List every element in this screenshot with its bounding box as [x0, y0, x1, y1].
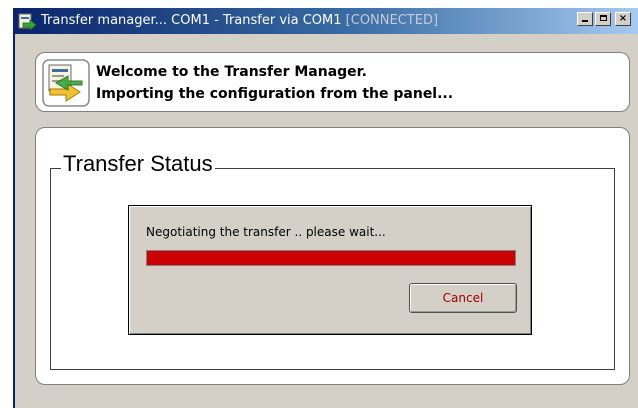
close-icon: × — [618, 13, 628, 24]
connection-status: [CONNECTED] — [345, 13, 439, 28]
close-button[interactable]: × — [615, 12, 631, 26]
progress-message: Negotiating the transfer .. please wait.… — [146, 225, 386, 239]
progress-bar-fill — [147, 251, 515, 265]
window-title-text: Transfer manager... COM1 - Transfer via … — [41, 13, 346, 28]
transfer-status-panel: Transfer Status Negotiating the transfer… — [35, 127, 630, 385]
transfer-manager-window: Transfer manager... COM1 - Transfer via … — [13, 8, 638, 408]
maximize-icon — [599, 15, 607, 21]
window-title: Transfer manager... COM1 - Transfer via … — [41, 13, 438, 28]
welcome-panel: Welcome to the Transfer Manager. Importi… — [35, 52, 630, 112]
transfer-app-icon — [18, 13, 37, 31]
import-status-text: Importing the configuration from the pan… — [96, 86, 454, 102]
title-bar[interactable]: Transfer manager... COM1 - Transfer via … — [15, 8, 638, 34]
progress-bar — [146, 250, 516, 266]
progress-dialog: Negotiating the transfer .. please wait.… — [128, 205, 532, 335]
transfer-arrows-icon — [42, 59, 90, 107]
minimize-icon — [582, 20, 588, 22]
transfer-status-legend: Transfer Status — [61, 151, 215, 177]
minimize-button[interactable] — [577, 12, 593, 26]
maximize-button[interactable] — [595, 12, 611, 26]
cancel-button[interactable]: Cancel — [409, 283, 517, 313]
welcome-heading: Welcome to the Transfer Manager. — [96, 64, 367, 80]
